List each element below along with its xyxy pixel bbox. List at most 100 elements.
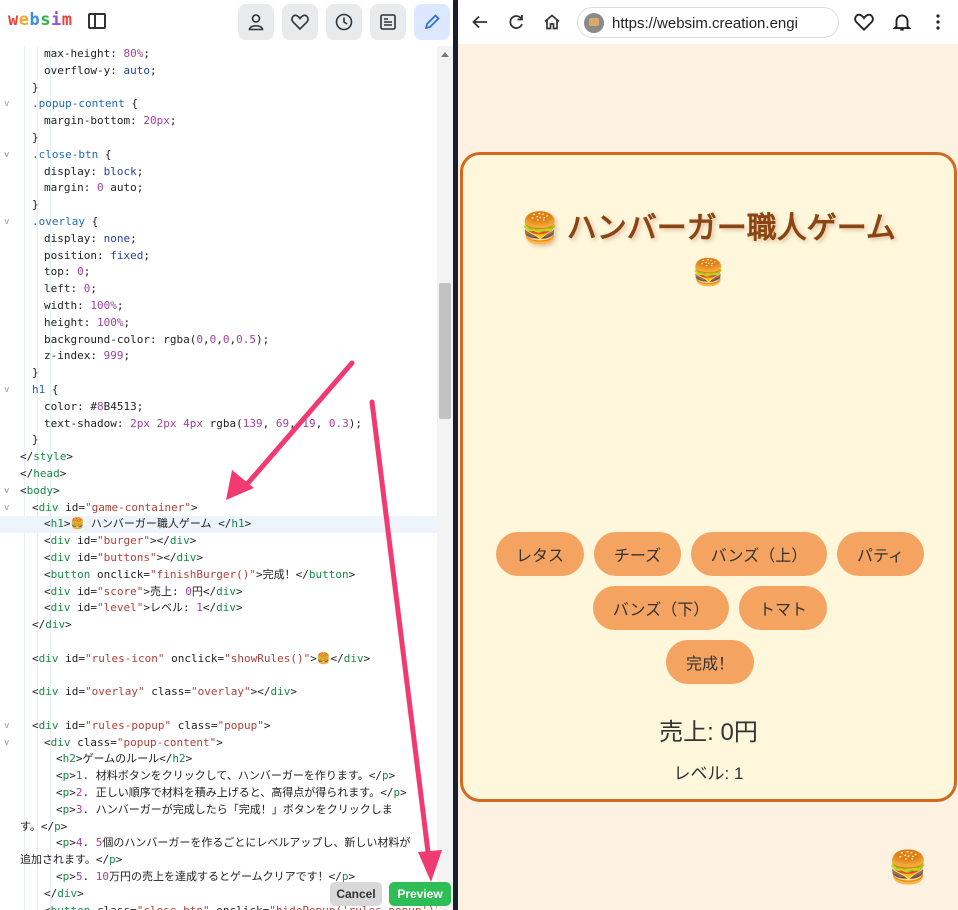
fold-chevron-icon[interactable]: v xyxy=(4,483,9,500)
code-line[interactable] xyxy=(0,701,437,718)
code-line[interactable]: } xyxy=(0,130,437,147)
code-line[interactable]: margin-bottom: 20px; xyxy=(0,113,437,130)
ingredient-button-patty[interactable]: パティ xyxy=(837,532,924,576)
code-line[interactable]: <button onclick="finishBurger()">完成！</bu… xyxy=(0,567,437,584)
code-line[interactable]: <p>2. 正しい順序で材料を積み上げると、高得点が得られます。</p> xyxy=(0,785,437,802)
code-line[interactable]: v .overlay { xyxy=(0,214,437,231)
code-line[interactable]: v <div id="game-container"> xyxy=(0,500,437,517)
editor-scroll-thumb[interactable] xyxy=(439,283,451,419)
code-line[interactable]: top: 0; xyxy=(0,264,437,281)
code-line-text: overflow-y: auto; xyxy=(44,63,157,77)
code-line-text: } xyxy=(32,433,39,447)
profile-button[interactable] xyxy=(238,4,274,40)
address-bar[interactable]: https://websim.creation.engi xyxy=(577,7,839,38)
ingredient-button-cheese[interactable]: チーズ xyxy=(594,532,681,576)
code-line[interactable]: </head> xyxy=(0,466,437,483)
code-line[interactable]: height: 100%; xyxy=(0,315,437,332)
code-line[interactable]: overflow-y: auto; xyxy=(0,63,437,80)
favorite-heart-icon[interactable] xyxy=(852,10,876,34)
code-line-text: <p>2. 正しい順序で材料を積み上げると、高得点が得られます。</p> xyxy=(56,786,407,800)
code-line-text: <h1>🍔 ハンバーガー職人ゲーム </h1> xyxy=(44,517,252,531)
history-button[interactable] xyxy=(326,4,362,40)
code-line[interactable]: </div> xyxy=(0,617,437,634)
code-line[interactable]: v <div class="popup-content"> xyxy=(0,735,437,752)
home-icon[interactable] xyxy=(540,10,564,34)
logo-letter: s xyxy=(40,10,51,30)
code-line[interactable]: <p>4. 5個のハンバーガーを作るごとにレベルアップし、新しい材料が xyxy=(0,835,437,852)
code-line[interactable]: position: fixed; xyxy=(0,248,437,265)
code-line[interactable]: <div id="overlay" class="overlay"></div> xyxy=(0,684,437,701)
code-line[interactable]: background-color: rgba(0,0,0,0.5); xyxy=(0,332,437,349)
code-line[interactable]: } xyxy=(0,432,437,449)
code-line[interactable]: v <body> xyxy=(0,483,437,500)
code-line-text: display: none; xyxy=(44,231,137,245)
code-line[interactable]: <p>1. 材料ボタンをクリックして、ハンバーガーを作ります。</p> xyxy=(0,768,437,785)
code-line-text: <div id="level">レベル: 1</div> xyxy=(44,601,243,615)
fold-chevron-icon[interactable]: v xyxy=(4,382,9,399)
code-line[interactable]: } xyxy=(0,80,437,97)
rules-burger-icon[interactable]: 🍔 xyxy=(888,848,928,886)
code-line-text: <p>1. 材料ボタンをクリックして、ハンバーガーを作ります。</p> xyxy=(56,769,396,783)
sidebar-toggle-icon[interactable] xyxy=(88,13,106,29)
code-line[interactable]: max-height: 80%; xyxy=(0,46,437,63)
code-line[interactable]: <div id="rules-icon" onclick="showRules(… xyxy=(0,651,437,668)
code-line-text: text-shadow: 2px 2px 4px rgba(139, 69, 1… xyxy=(44,416,362,430)
code-line[interactable]: text-shadow: 2px 2px 4px rgba(139, 69, 1… xyxy=(0,416,437,433)
code-line[interactable]: } xyxy=(0,197,437,214)
code-line-text: width: 100%; xyxy=(44,298,124,312)
code-line[interactable]: v <div id="rules-popup" class="popup"> xyxy=(0,718,437,735)
code-line[interactable]: v h1 { xyxy=(0,382,437,399)
code-line[interactable]: <div id="level">レベル: 1</div> xyxy=(0,600,437,617)
cancel-button[interactable]: Cancel xyxy=(330,882,382,906)
code-editor[interactable]: max-height: 80%; overflow-y: auto;} v .popu… xyxy=(0,46,437,910)
ingredient-button-lettuce[interactable]: レタス xyxy=(496,532,584,576)
ingredient-button-top-bun[interactable]: バンズ（上） xyxy=(691,532,827,576)
fold-chevron-icon[interactable]: v xyxy=(4,214,9,231)
fold-chevron-icon[interactable]: v xyxy=(4,735,9,752)
preview-button[interactable]: Preview xyxy=(389,882,451,906)
scroll-up-arrow-icon[interactable] xyxy=(441,52,449,57)
code-line[interactable]: <h2>ゲームのルール</h2> xyxy=(0,751,437,768)
more-menu-icon[interactable] xyxy=(926,10,950,34)
editor-toolbar: websim xyxy=(0,0,453,44)
fold-chevron-icon[interactable]: v xyxy=(4,147,9,164)
code-line-text: height: 100%; xyxy=(44,315,131,329)
code-line[interactable]: z-index: 999; xyxy=(0,348,437,365)
code-line[interactable]: display: block; xyxy=(0,164,437,181)
code-line[interactable] xyxy=(0,634,437,651)
code-line[interactable]: <h1>🍔 ハンバーガー職人ゲーム </h1> xyxy=(0,516,437,534)
websim-logo[interactable]: websim xyxy=(8,10,73,30)
fold-chevron-icon[interactable]: v xyxy=(4,500,9,517)
fold-chevron-icon[interactable]: v xyxy=(4,96,9,113)
code-line[interactable]: <p>3. ハンバーガーが完成したら「完成！」ボタンをクリックしま xyxy=(0,802,437,819)
code-line[interactable]: <div id="burger"></div> xyxy=(0,533,437,550)
back-arrow-icon[interactable] xyxy=(468,10,492,34)
code-line[interactable]: 追加されます。</p> xyxy=(0,852,437,869)
screen: websim max-height: 80%; overflow-y: auto… xyxy=(0,0,958,910)
code-line[interactable]: v .close-btn { xyxy=(0,147,437,164)
code-line-text: <button onclick="finishBurger()">完成！</bu… xyxy=(44,567,356,581)
code-line[interactable]: width: 100%; xyxy=(0,298,437,315)
code-line[interactable]: display: none; xyxy=(0,231,437,248)
code-line[interactable]: </style> xyxy=(0,449,437,466)
level-display: レベル: 1 xyxy=(673,764,744,783)
pages-button[interactable] xyxy=(370,4,406,40)
notification-bell-icon[interactable] xyxy=(890,10,914,34)
fold-chevron-icon[interactable]: v xyxy=(4,718,9,735)
ingredient-button-tomato[interactable]: トマト xyxy=(739,586,827,630)
like-button[interactable] xyxy=(282,4,318,40)
edit-button[interactable] xyxy=(414,4,450,40)
code-line[interactable]: left: 0; xyxy=(0,281,437,298)
code-line[interactable]: color: #8B4513; xyxy=(0,399,437,416)
code-line[interactable]: } xyxy=(0,365,437,382)
code-line[interactable]: <div id="buttons"></div> xyxy=(0,550,437,567)
ingredient-button-bottom-bun[interactable]: バンズ（下） xyxy=(593,586,729,630)
code-line[interactable] xyxy=(0,667,437,684)
reload-icon[interactable] xyxy=(504,10,528,34)
code-line[interactable]: <div id="score">売上: 0円</div> xyxy=(0,584,437,601)
code-line[interactable]: す。</p> xyxy=(0,819,437,836)
code-line[interactable]: v .popup-content { xyxy=(0,96,437,113)
code-line[interactable]: margin: 0 auto; xyxy=(0,180,437,197)
editor-scrollbar[interactable] xyxy=(437,46,453,910)
finish-button[interactable]: 完成！ xyxy=(666,640,754,684)
